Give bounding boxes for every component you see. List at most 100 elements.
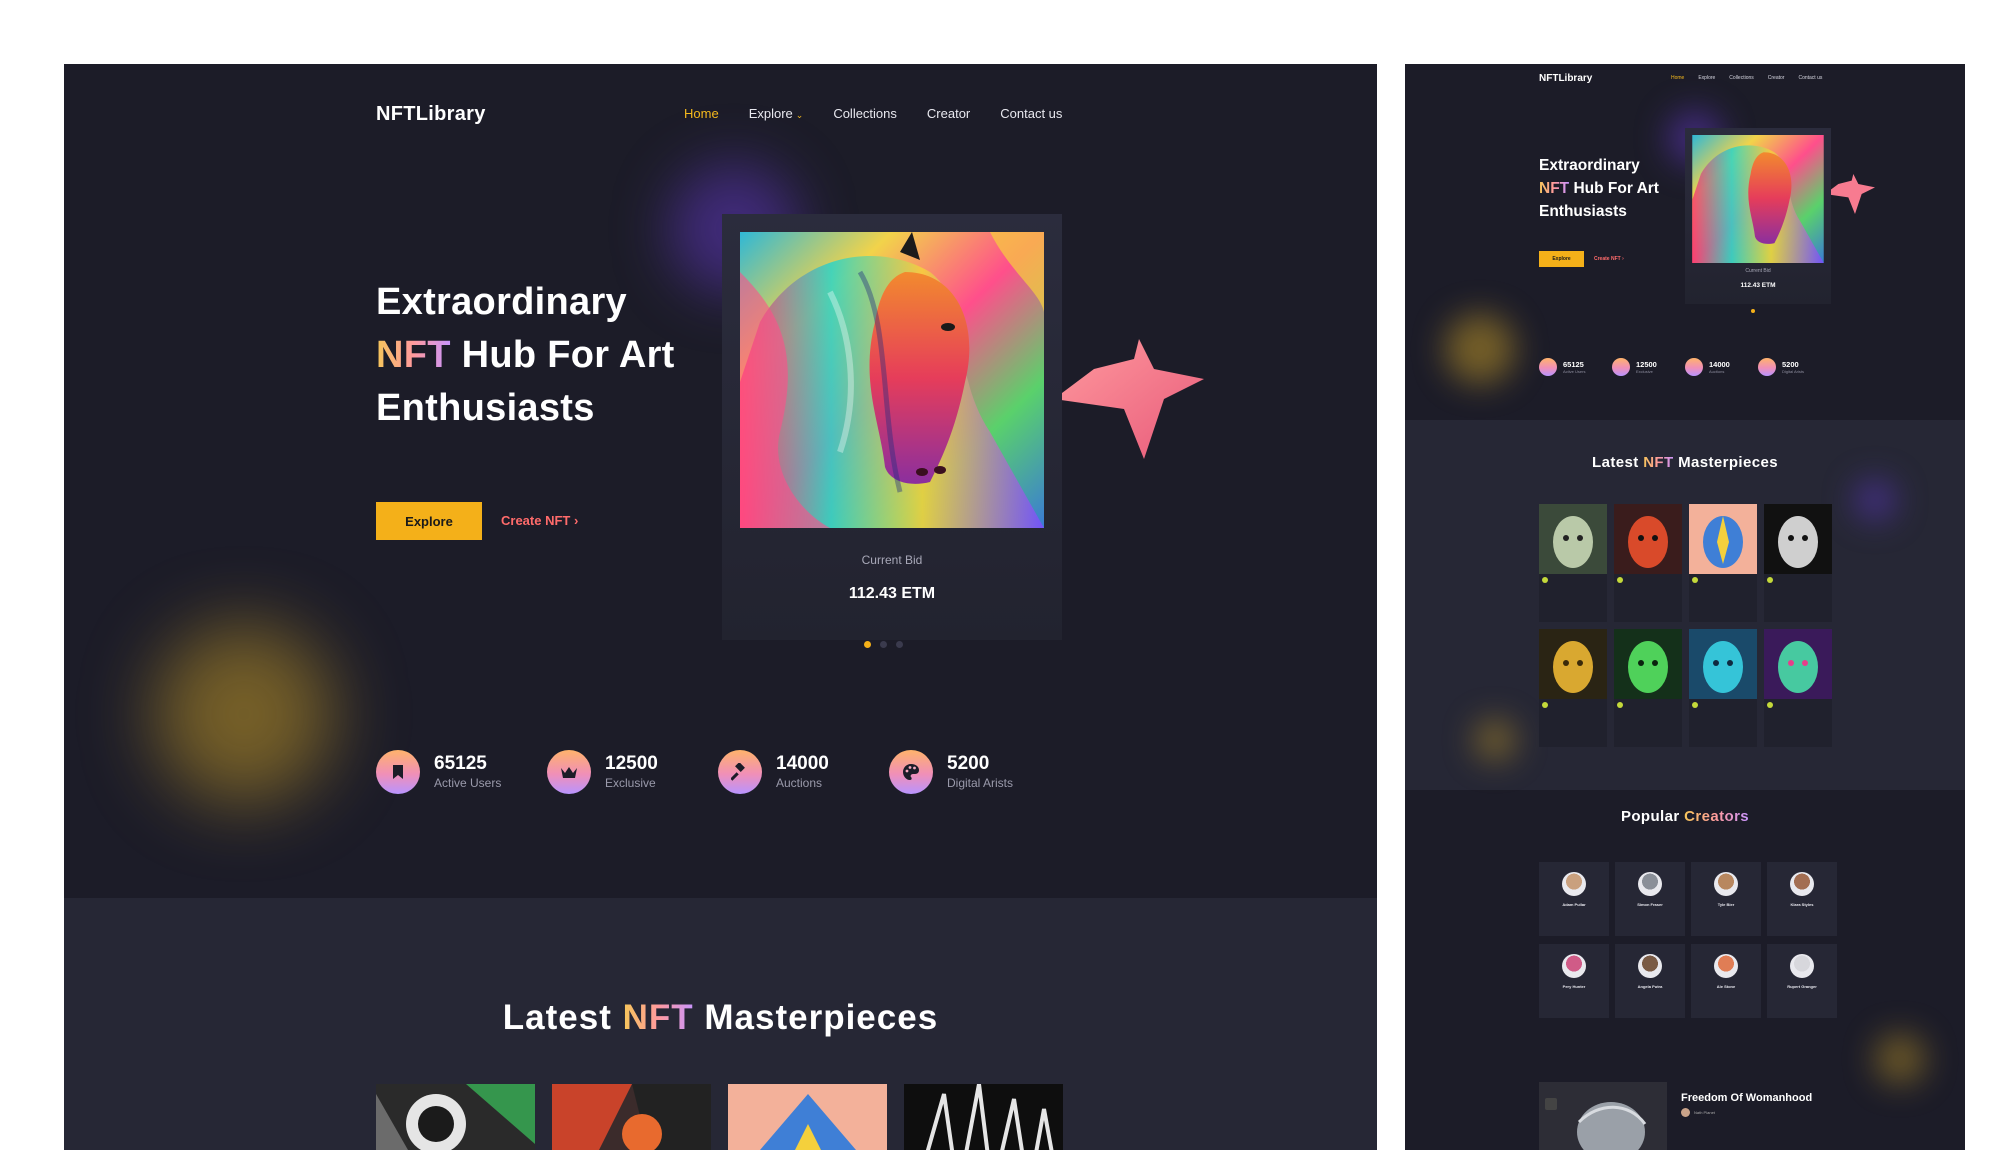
section-title-after: Masterpieces	[693, 998, 939, 1037]
mini-feature-image[interactable]	[1539, 1082, 1667, 1150]
nft-thumbnail[interactable]	[904, 1084, 1063, 1150]
nav-explore[interactable]: Explore ⌄	[749, 106, 804, 121]
mini-site-logo[interactable]: NFTLibrary	[1539, 73, 1592, 84]
mini-creator-card[interactable]: Ale Stone	[1691, 944, 1761, 1018]
mini-header: NFTLibrary Home Explore Collections Crea…	[1539, 70, 1839, 94]
creator-avatar	[1638, 872, 1662, 896]
crown-icon	[547, 750, 591, 794]
mini-hero-title-line1: Extraordinary	[1539, 157, 1640, 174]
mini-creator-card[interactable]: Adam Pullar	[1539, 862, 1609, 936]
mini-nft-image	[1764, 629, 1832, 699]
mini-bid-label: Current Bid	[1745, 268, 1771, 274]
carousel-dot[interactable]	[880, 641, 887, 648]
mini-popular-title-before: Popular	[1620, 808, 1685, 825]
mini-section-title-before: Latest	[1592, 454, 1644, 471]
mini-nft-card[interactable]	[1764, 629, 1832, 747]
mini-stat-value: 12500	[1636, 360, 1657, 369]
section-title-before: Latest	[502, 998, 623, 1037]
mini-hero-title-line2: Hub For Art	[1569, 180, 1659, 197]
mini-nft-creator	[1539, 699, 1607, 708]
creator-name: Ale Stone	[1716, 984, 1736, 989]
stat-value: 14000	[776, 753, 829, 774]
creator-name: Klara Styles	[1790, 902, 1814, 907]
crown-icon	[1612, 358, 1630, 376]
mini-nft-card[interactable]	[1614, 504, 1682, 622]
mini-nft-card[interactable]	[1689, 504, 1757, 622]
carousel-dot[interactable]	[896, 641, 903, 648]
mini-section-title-after: Masterpieces	[1673, 454, 1778, 471]
creator-name: Tyle Bier	[1717, 902, 1735, 907]
mini-featured-card[interactable]: Current Bid 112.43 ETM	[1685, 128, 1831, 304]
mini-creator-card[interactable]: Tyle Bier	[1691, 862, 1761, 936]
nav-collections[interactable]: Collections	[833, 106, 897, 121]
mini-nft-grid	[1539, 504, 1832, 747]
creator-avatar	[1542, 577, 1548, 583]
mini-nav-contact[interactable]: Contact us	[1798, 75, 1822, 81]
mini-nav-collections[interactable]: Collections	[1729, 75, 1753, 81]
nav-home[interactable]: Home	[684, 106, 719, 121]
site-header: NFTLibrary Home Explore ⌄ Collections Cre…	[376, 88, 1136, 140]
mini-nav-home[interactable]: Home	[1671, 75, 1684, 81]
nav-contact[interactable]: Contact us	[1000, 106, 1062, 121]
gavel-icon	[1685, 358, 1703, 376]
glow-decoration	[1445, 314, 1515, 384]
nav-creator[interactable]: Creator	[927, 106, 970, 121]
mini-nft-image	[1614, 629, 1682, 699]
chevron-down-icon: ⌄	[795, 110, 804, 120]
creator-avatar	[1767, 702, 1773, 708]
mini-creator-card[interactable]: Simon Fraser	[1615, 862, 1685, 936]
creator-avatar	[1767, 577, 1773, 583]
carousel-indicators	[864, 641, 903, 648]
mini-creator-card[interactable]: Pery Hunter	[1539, 944, 1609, 1018]
creator-avatar	[1562, 872, 1586, 896]
mini-stat-value: 5200	[1782, 360, 1799, 369]
mini-nft-image	[1539, 629, 1607, 699]
featured-nft-image[interactable]	[740, 232, 1044, 528]
create-nft-link[interactable]: Create NFT ›	[501, 513, 578, 528]
featured-nft-card[interactable]: Current Bid 112.43 ETM	[722, 214, 1062, 640]
stat-value: 5200	[947, 753, 990, 774]
mini-hero-title-line3: Enthusiasts	[1539, 203, 1627, 220]
mini-creator-card[interactable]: Klara Styles	[1767, 862, 1837, 936]
palette-icon	[1758, 358, 1776, 376]
chevron-right-icon: ›	[573, 513, 579, 528]
mini-feature-author: Nath Planet	[1681, 1108, 1715, 1117]
nft-thumbnail[interactable]	[728, 1084, 887, 1150]
mini-nft-card[interactable]	[1614, 629, 1682, 747]
carousel-dot-active[interactable]	[864, 641, 871, 648]
nft-thumbnail[interactable]	[552, 1084, 711, 1150]
glow-decoration	[154, 624, 334, 804]
mini-carousel-dot[interactable]	[1751, 309, 1755, 313]
mini-create-nft-label: Create NFT	[1594, 256, 1621, 262]
main-nav: Home Explore ⌄ Collections Creator Contac…	[684, 106, 1062, 121]
mini-creator-card[interactable]: Angela Putra	[1615, 944, 1685, 1018]
glow-decoration	[1855, 480, 1895, 520]
mini-nav-creator[interactable]: Creator	[1768, 75, 1785, 81]
mini-nft-card[interactable]	[1539, 629, 1607, 747]
mini-explore-button[interactable]: Explore	[1539, 251, 1584, 267]
mini-nft-image	[1689, 629, 1757, 699]
mini-nft-card[interactable]	[1539, 504, 1607, 622]
mini-nav-explore[interactable]: Explore	[1698, 75, 1715, 81]
mini-nft-creator	[1764, 574, 1832, 583]
nft-thumbnail[interactable]	[376, 1084, 535, 1150]
mini-nft-card[interactable]	[1764, 504, 1832, 622]
bookmark-icon	[1539, 358, 1557, 376]
creator-avatar	[1638, 954, 1662, 978]
bookmark-icon	[376, 750, 420, 794]
mini-stat: 5200 Digital Arists	[1758, 358, 1831, 376]
mini-nft-creator	[1764, 699, 1832, 708]
mini-featured-image[interactable]	[1692, 135, 1824, 263]
mini-stats-row: 65125 Active Users 12500 Exclusive 14000 Au…	[1539, 358, 1831, 376]
mini-nft-card[interactable]	[1689, 629, 1757, 747]
site-logo[interactable]: NFTLibrary	[376, 103, 486, 126]
hero-title-line1: Extraordinary	[376, 281, 627, 323]
mini-create-nft-link[interactable]: Create NFT ›	[1594, 256, 1624, 262]
mini-stat-label: Digital Arists	[1782, 369, 1805, 374]
hero-title-line2: Hub For Art	[450, 334, 675, 376]
mini-creator-card[interactable]: Rupert Granger	[1767, 944, 1837, 1018]
mini-section-title-highlight: NFT	[1643, 454, 1674, 471]
explore-button[interactable]: Explore	[376, 502, 482, 540]
stat-value: 12500	[605, 753, 658, 774]
creator-name: Adam Pullar	[1562, 902, 1586, 907]
